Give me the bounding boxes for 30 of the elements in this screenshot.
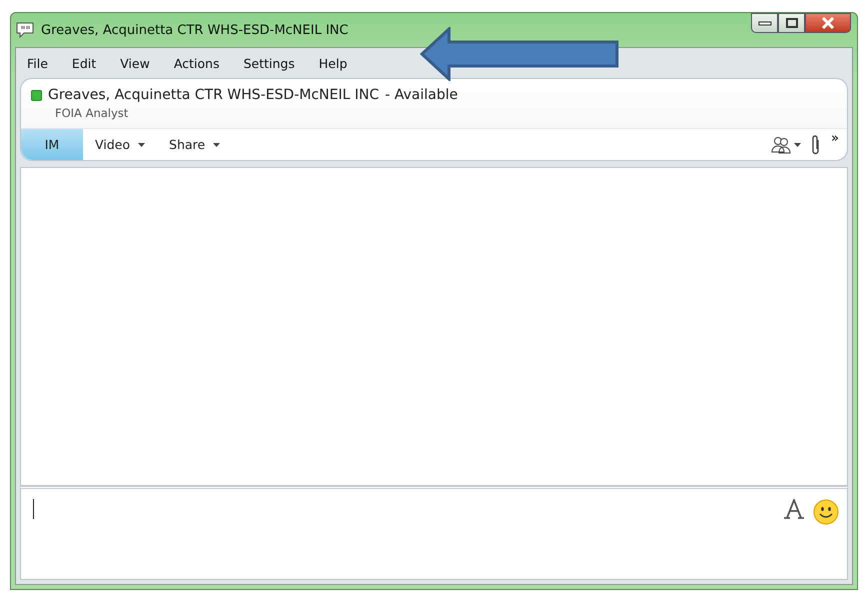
menu-item[interactable]: Actions — [162, 56, 232, 70]
maximize-button[interactable] — [778, 13, 805, 33]
maximize-icon — [784, 17, 798, 29]
minimize-button[interactable] — [751, 13, 778, 33]
tab[interactable]: Video — [83, 129, 158, 160]
close-icon — [821, 17, 835, 29]
contact-title: FOIA Analyst — [54, 105, 130, 122]
menu-item[interactable]: Settings — [231, 56, 307, 70]
people-icon[interactable] — [771, 136, 792, 154]
tab[interactable]: IM — [21, 129, 83, 160]
menu-item[interactable]: File — [20, 56, 60, 70]
caret-icon — [138, 142, 146, 146]
window-title: Greaves, Acquinetta CTR WHS-ESD-McNEIL INC — [41, 22, 348, 38]
contact-name: Greaves, Acquinetta CTR WHS-ESD-McNEIL INC — [48, 87, 379, 103]
menu-item[interactable]: Help — [306, 56, 360, 70]
close-button[interactable] — [805, 13, 851, 33]
overflow-button[interactable]: » — [831, 131, 839, 146]
message-input[interactable] — [20, 486, 848, 580]
smiley-icon[interactable] — [813, 499, 839, 525]
text-cursor — [33, 499, 34, 519]
contact-status: - Available — [384, 87, 458, 103]
tab[interactable]: Share — [157, 129, 232, 160]
font-icon[interactable] — [783, 499, 805, 519]
minimize-icon — [758, 20, 772, 26]
paperclip-icon[interactable] — [811, 134, 822, 154]
caret-icon — [213, 142, 220, 146]
menu-item[interactable]: View — [108, 56, 162, 70]
chat-bubble-icon — [15, 22, 35, 38]
menu-item[interactable]: Edit — [60, 56, 108, 70]
caret-icon[interactable] — [794, 142, 802, 146]
